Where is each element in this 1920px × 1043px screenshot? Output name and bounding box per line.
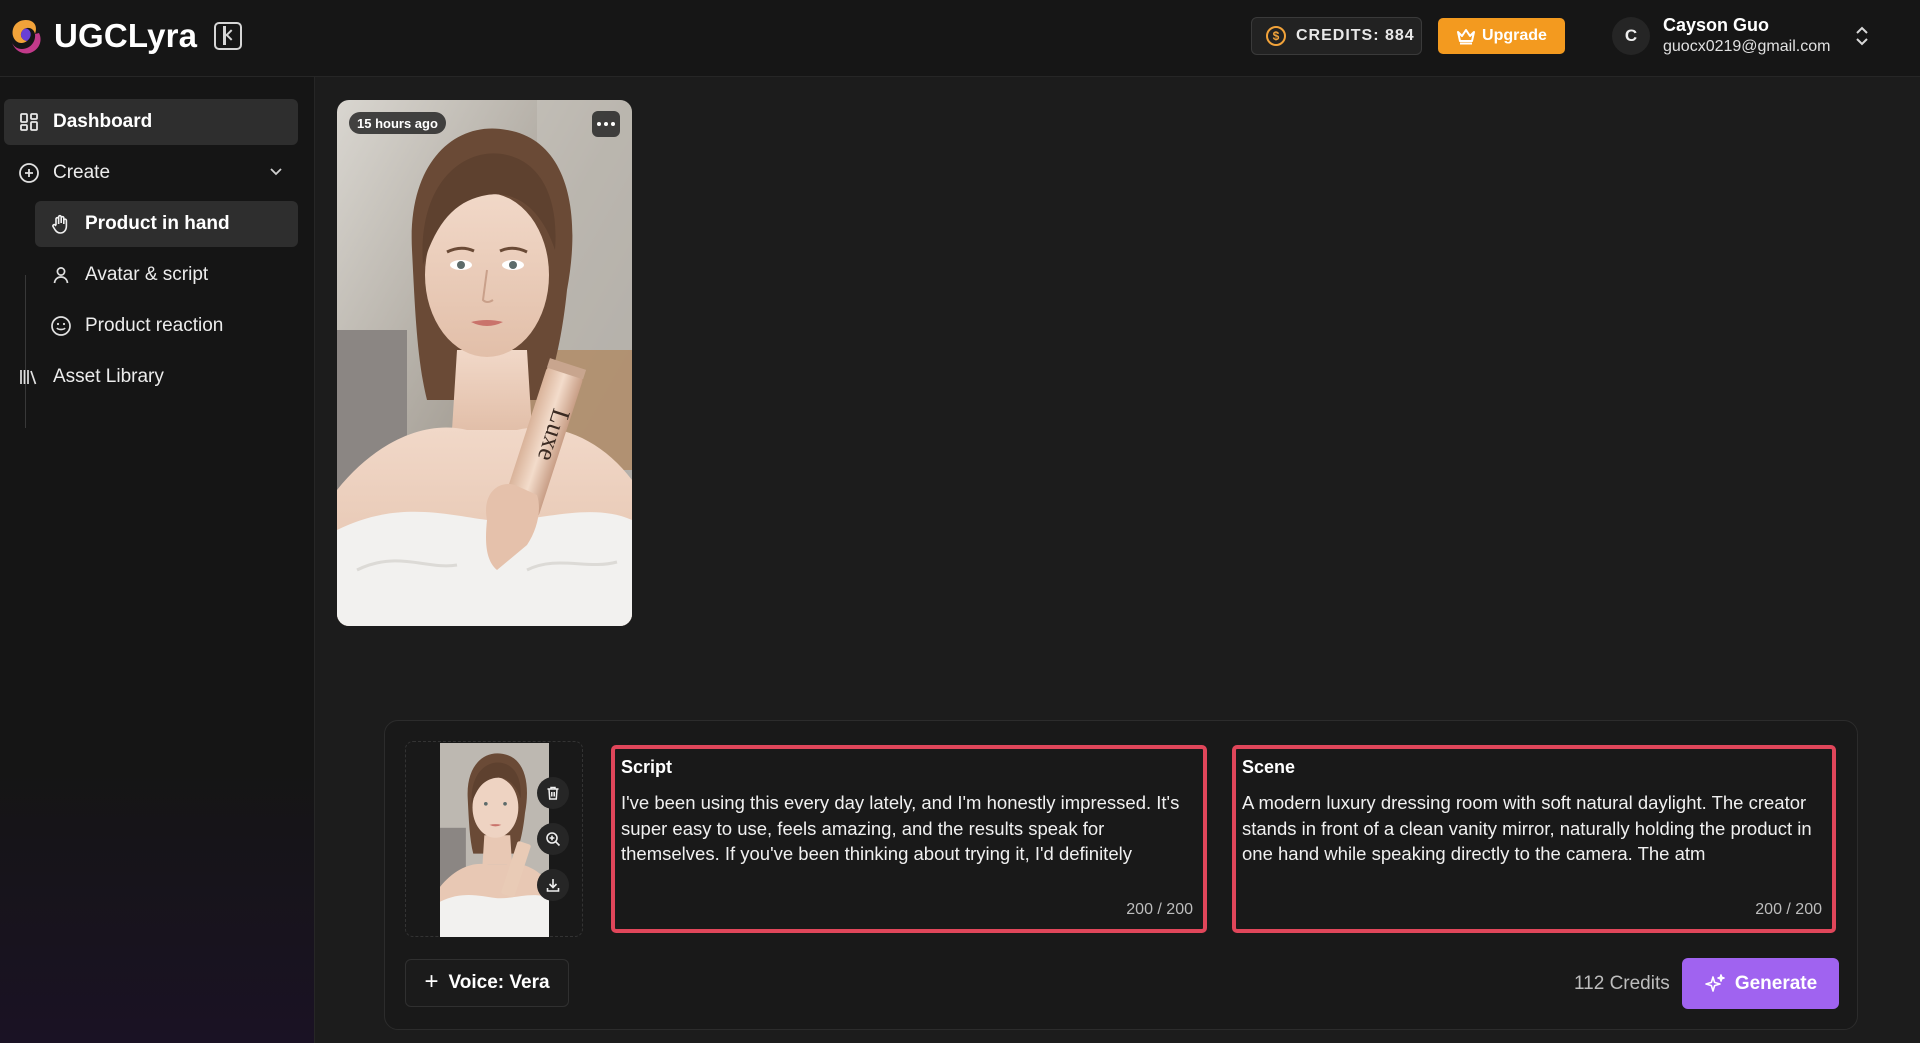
chevrons-up-down-icon[interactable] xyxy=(1854,24,1870,48)
sidebar-item-label: Product in hand xyxy=(85,213,230,234)
time-badge: 15 hours ago xyxy=(349,112,446,134)
upgrade-button[interactable]: Upgrade xyxy=(1438,18,1565,54)
thumbnail-image xyxy=(440,743,549,937)
script-text[interactable]: I've been using this every day lately, a… xyxy=(621,790,1197,867)
delete-image-button[interactable] xyxy=(537,777,569,809)
sidebar: Dashboard Create Product in hand Avatar … xyxy=(0,77,315,1043)
user-icon xyxy=(50,264,72,286)
voice-select-button[interactable]: + Voice: Vera xyxy=(405,959,569,1007)
plus-icon: + xyxy=(424,968,439,995)
generate-button[interactable]: Generate xyxy=(1682,958,1839,1009)
reference-thumbnail[interactable] xyxy=(440,743,549,937)
scene-text[interactable]: A modern luxury dressing room with soft … xyxy=(1242,790,1826,867)
more-options-button[interactable] xyxy=(592,111,620,137)
script-label: Script xyxy=(621,757,673,777)
sidebar-item-product-in-hand[interactable]: Product in hand xyxy=(35,201,298,247)
script-field[interactable]: Script I've been using this every day la… xyxy=(611,745,1207,933)
generated-image-card[interactable]: Luxe 15 hours ago xyxy=(337,100,632,626)
chevron-left-icon xyxy=(225,29,237,41)
sidebar-item-label: Asset Library xyxy=(53,366,164,387)
more-dots-icon xyxy=(611,122,615,126)
scene-label: Scene xyxy=(1242,757,1296,777)
user-email[interactable]: guocx0219@gmail.com xyxy=(1663,38,1830,56)
sidebar-item-product-reaction[interactable]: Product reaction xyxy=(35,303,298,349)
avatar[interactable]: C xyxy=(1612,17,1650,55)
sidebar-item-avatar-script[interactable]: Avatar & script xyxy=(35,252,298,298)
zoom-image-button[interactable] xyxy=(537,823,569,855)
sidebar-item-label: Product reaction xyxy=(85,315,224,336)
submenu-divider xyxy=(25,275,26,428)
crown-icon xyxy=(1457,29,1476,45)
portrait-image: Luxe xyxy=(337,100,632,626)
smile-icon xyxy=(50,315,72,337)
app-logo[interactable]: UGCLyra xyxy=(8,16,197,56)
top-bar: UGCLyra $ CREDITS: 884 Upgrade C Cayson … xyxy=(0,0,1920,77)
upgrade-label: Upgrade xyxy=(1482,27,1547,44)
reference-image-slot[interactable] xyxy=(405,741,583,937)
user-name[interactable]: Cayson Guo xyxy=(1663,15,1769,36)
hand-icon xyxy=(50,213,72,235)
sidebar-item-label: Avatar & script xyxy=(85,264,209,285)
sparkles-icon xyxy=(1705,973,1725,992)
logo-mark-icon xyxy=(12,20,41,54)
download-image-button[interactable] xyxy=(537,869,569,901)
chevron-down-icon xyxy=(270,168,282,176)
collapse-sidebar-button[interactable] xyxy=(214,22,242,50)
download-icon xyxy=(546,879,560,892)
sidebar-item-create[interactable]: Create xyxy=(4,150,298,196)
trash-icon xyxy=(547,786,559,800)
generation-cost: 112 Credits xyxy=(1574,973,1670,994)
app-name: UGCLyra xyxy=(54,17,198,54)
sidebar-item-dashboard[interactable]: Dashboard xyxy=(4,99,298,145)
sidebar-item-label: Create xyxy=(53,162,111,183)
scene-field[interactable]: Scene A modern luxury dressing room with… xyxy=(1232,745,1836,933)
script-char-counter: 200 / 200 xyxy=(1126,901,1193,918)
dashboard-icon xyxy=(18,111,40,133)
generate-label: Generate xyxy=(1734,972,1818,994)
sidebar-item-asset-library[interactable]: Asset Library xyxy=(4,354,298,400)
scene-char-counter: 200 / 200 xyxy=(1755,901,1822,918)
generation-composer: Script I've been using this every day la… xyxy=(384,720,1858,1030)
zoom-in-icon xyxy=(546,832,561,847)
plus-circle-icon xyxy=(18,162,40,184)
credits-badge[interactable]: $ CREDITS: 884 xyxy=(1251,17,1422,55)
more-dots-icon xyxy=(604,122,608,126)
credits-label: CREDITS: 884 xyxy=(1296,27,1415,44)
more-dots-icon xyxy=(597,122,601,126)
sidebar-item-label: Dashboard xyxy=(53,111,153,132)
library-icon xyxy=(18,366,40,388)
coin-icon: $ xyxy=(1266,26,1286,46)
voice-label: Voice: Vera xyxy=(448,972,550,993)
